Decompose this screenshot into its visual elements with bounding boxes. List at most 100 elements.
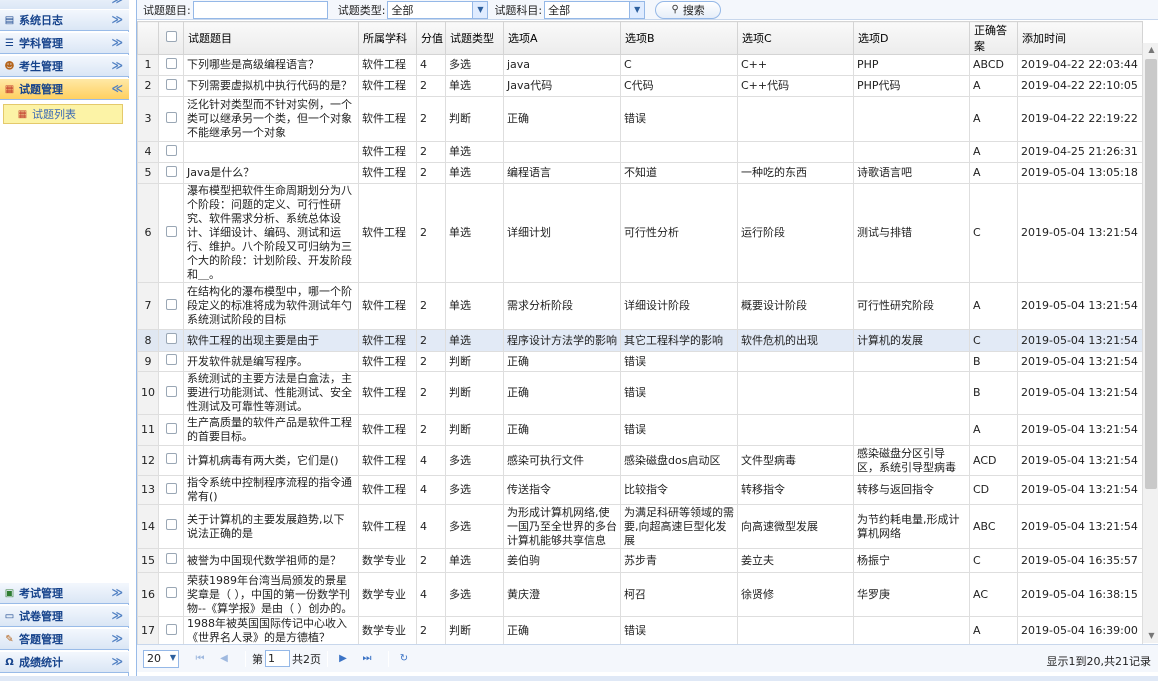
row-checkbox[interactable] bbox=[165, 587, 177, 598]
sidebar-header-examinee[interactable]: ☻ 考生管理 ≫ bbox=[0, 55, 129, 77]
table-row[interactable]: 14 关于计算机的主要发展趋势,以下说法正确的是 软件工程 4 多选 为形成计算机网络,使… bbox=[137, 504, 1143, 549]
sidebar-header-score[interactable]: Ω 成绩统计 ≫ bbox=[0, 651, 129, 673]
header-answer[interactable]: 正确答案 bbox=[969, 21, 1018, 55]
cell-type: 单选 bbox=[445, 183, 504, 283]
next-page-icon[interactable]: ▶ bbox=[334, 650, 352, 668]
row-checkbox[interactable] bbox=[165, 453, 177, 464]
vertical-scrollbar[interactable]: ▲ ▼ bbox=[1142, 43, 1158, 643]
row-checkbox-cell[interactable] bbox=[158, 282, 184, 330]
row-checkbox-cell[interactable] bbox=[158, 54, 184, 76]
table-row[interactable]: 17 1988年被英国国际传记中心收入《世界名人录》的是方德植？ 数学专业 2 判断 正确… bbox=[137, 616, 1143, 646]
row-checkbox[interactable] bbox=[165, 78, 177, 90]
header-score[interactable]: 分值 bbox=[416, 21, 446, 55]
row-checkbox[interactable] bbox=[165, 57, 177, 69]
row-checkbox[interactable] bbox=[165, 225, 177, 237]
row-checkbox-cell[interactable] bbox=[158, 616, 184, 646]
sidebar-header-answer[interactable]: ✎ 答题管理 ≫ bbox=[0, 628, 129, 650]
cell-option-d: 感染磁盘分区引导区，系统引导型病毒 bbox=[853, 445, 970, 476]
row-checkbox[interactable] bbox=[165, 623, 177, 635]
dropdown-arrow-icon[interactable]: ▼ bbox=[170, 653, 176, 662]
sidebar-header-question[interactable]: ▦ 试题管理 ≪ bbox=[0, 78, 129, 100]
header-option-b[interactable]: 选项B bbox=[620, 21, 738, 55]
cell-option-c: 姜立夫 bbox=[737, 548, 854, 573]
table-row[interactable]: 15 被誉为中国现代数学祖师的是？ 数学专业 2 单选 姜伯驹 苏步青 姜立夫 杨振宁 C 2019… bbox=[137, 548, 1143, 573]
table-row[interactable]: 16 荣获1989年台湾当局颁发的景星奖章是（ ），中国的第一份数学刊物--《算学… bbox=[137, 572, 1143, 617]
subject-filter-select[interactable]: 全部 ▼ bbox=[544, 0, 646, 19]
type-filter-select[interactable]: 全部 ▼ bbox=[387, 0, 489, 19]
row-checkbox[interactable] bbox=[165, 385, 177, 397]
table-row[interactable]: 11 生产高质量的软件产品是软件工程的首要目标。 软件工程 2 判断 正确 错误 A 2019-… bbox=[137, 414, 1143, 446]
row-checkbox-cell[interactable] bbox=[158, 75, 184, 97]
sidebar-header-system-log[interactable]: ▤ 系统日志 ≫ bbox=[0, 9, 129, 31]
row-checkbox[interactable] bbox=[165, 144, 177, 156]
table-row[interactable]: 13 指令系统中控制程序流程的指令通常有() 软件工程 4 多选 传送指令 比较指令 转移指令… bbox=[137, 475, 1143, 505]
row-checkbox[interactable] bbox=[165, 333, 177, 344]
row-checkbox-cell[interactable] bbox=[158, 445, 184, 476]
cell-type: 多选 bbox=[445, 445, 504, 476]
page-size-select[interactable]: 20 ▼ bbox=[143, 649, 179, 668]
refresh-icon[interactable]: ↻ bbox=[395, 650, 413, 668]
row-checkbox-cell[interactable] bbox=[158, 351, 184, 372]
row-checkbox-cell[interactable] bbox=[158, 329, 184, 352]
prev-page-icon[interactable]: ◀ bbox=[215, 650, 233, 668]
table-row[interactable]: 3 泛化针对类型而不针对实例，一个类可以继承另一个类，但一个对象不能继承另一个对象… bbox=[137, 96, 1143, 142]
row-checkbox-cell[interactable] bbox=[158, 96, 184, 142]
cell-option-d bbox=[853, 351, 970, 372]
cell-type: 多选 bbox=[445, 475, 504, 505]
dropdown-arrow-icon[interactable]: ▼ bbox=[472, 1, 488, 18]
sidebar-header-subject[interactable]: ☰ 学科管理 ≫ bbox=[0, 32, 129, 54]
row-checkbox-cell[interactable] bbox=[158, 572, 184, 617]
cell-option-c: 概要设计阶段 bbox=[737, 282, 854, 330]
header-type[interactable]: 试题类型 bbox=[445, 21, 504, 55]
row-checkbox[interactable] bbox=[165, 422, 177, 434]
header-select-all[interactable] bbox=[158, 21, 184, 55]
scroll-up-icon[interactable]: ▲ bbox=[1143, 43, 1158, 57]
scroll-down-icon[interactable]: ▼ bbox=[1143, 629, 1158, 643]
search-button[interactable]: ⚲ 搜索 bbox=[655, 0, 722, 19]
row-checkbox-cell[interactable] bbox=[158, 548, 184, 573]
table-row[interactable]: 7 在结构化的瀑布模型中，哪一个阶段定义的标准将成为软件测试年勺系统测试阶段的目标… bbox=[137, 282, 1143, 330]
table-row[interactable]: 8 软件工程的出现主要是由于 软件工程 2 单选 程序设计方法学的影响 其它工程科学的影响软… bbox=[137, 329, 1143, 352]
row-checkbox-cell[interactable] bbox=[158, 183, 184, 283]
row-checkbox[interactable] bbox=[165, 553, 177, 564]
first-page-icon[interactable]: ⏮ bbox=[191, 650, 209, 668]
header-title[interactable]: 试题题目 bbox=[183, 21, 359, 55]
row-checkbox-cell[interactable] bbox=[158, 414, 184, 446]
row-checkbox[interactable] bbox=[165, 298, 177, 310]
table-row[interactable]: 5 Java是什么？ 软件工程 2 单选 编程语言 不知道 一种吃的东西 诗歌语言吧 A 2019-… bbox=[137, 162, 1143, 184]
dropdown-arrow-icon[interactable]: ▼ bbox=[629, 1, 645, 18]
header-option-a[interactable]: 选项A bbox=[503, 21, 621, 55]
row-checkbox-cell[interactable] bbox=[158, 141, 184, 163]
header-option-d[interactable]: 选项D bbox=[853, 21, 970, 55]
row-checkbox-cell[interactable] bbox=[158, 504, 184, 549]
row-checkbox[interactable] bbox=[165, 519, 177, 530]
header-subject[interactable]: 所属学科 bbox=[358, 21, 417, 55]
sidebar-header-paper[interactable]: ▭ 试卷管理 ≫ bbox=[0, 605, 129, 627]
row-checkbox[interactable] bbox=[165, 482, 177, 494]
table-row[interactable]: 1 下列哪些是高级编程语言？ 软件工程 4 多选 java C C++ PHP ABCD 2019-… bbox=[137, 54, 1143, 76]
table-row[interactable]: 4 软件工程 2 单选 A 2019-04-25 21:26:31 bbox=[137, 141, 1143, 163]
header-option-c[interactable]: 选项C bbox=[737, 21, 854, 55]
table-row[interactable]: 9 开发软件就是编写程序。 软件工程 2 判断 正确 错误 B 2019-05-04 13:21… bbox=[137, 351, 1143, 372]
sidebar-header-exam[interactable]: ▣ 考试管理 ≫ bbox=[0, 582, 129, 604]
row-checkbox[interactable] bbox=[165, 354, 177, 365]
row-checkbox-cell[interactable] bbox=[158, 162, 184, 184]
table-row[interactable]: 12 计算机病毒有两大类，它们是() 软件工程 4 多选 感染可执行文件 感染磁盘dos启动… bbox=[137, 445, 1143, 476]
select-all-checkbox[interactable] bbox=[165, 31, 177, 42]
row-checkbox-cell[interactable] bbox=[158, 475, 184, 505]
table-row[interactable]: 10 系统测试的主要方法是白盒法，主要进行功能测试、性能测试、安全性测试及可靠性等… bbox=[137, 371, 1143, 415]
cell-time: 2019-05-04 13:21:54 bbox=[1017, 475, 1143, 505]
row-checkbox-cell[interactable] bbox=[158, 371, 184, 415]
sidebar-item-question-list[interactable]: ▦ 试题列表 bbox=[3, 104, 123, 124]
cell-option-d: 诗歌语言吧 bbox=[853, 162, 970, 184]
paper-icon: ▭ bbox=[4, 610, 15, 622]
scrollbar-thumb[interactable] bbox=[1145, 59, 1157, 489]
table-row[interactable]: 6 瀑布模型把软件生命周期划分为八个阶段：问题的定义、可行性研究、软件需求分析、系… bbox=[137, 183, 1143, 283]
header-time[interactable]: 添加时间 bbox=[1017, 21, 1143, 55]
title-filter-input[interactable] bbox=[192, 0, 328, 19]
row-checkbox[interactable] bbox=[165, 111, 177, 123]
last-page-icon[interactable]: ⏭ bbox=[358, 650, 376, 668]
page-number-input[interactable]: 1 bbox=[265, 650, 290, 667]
table-row[interactable]: 2 下列需要虚拟机中执行代码的是？ 软件工程 2 单选 Java代码 C代码 C++代码 PHP… bbox=[137, 75, 1143, 97]
row-checkbox[interactable] bbox=[165, 165, 177, 177]
